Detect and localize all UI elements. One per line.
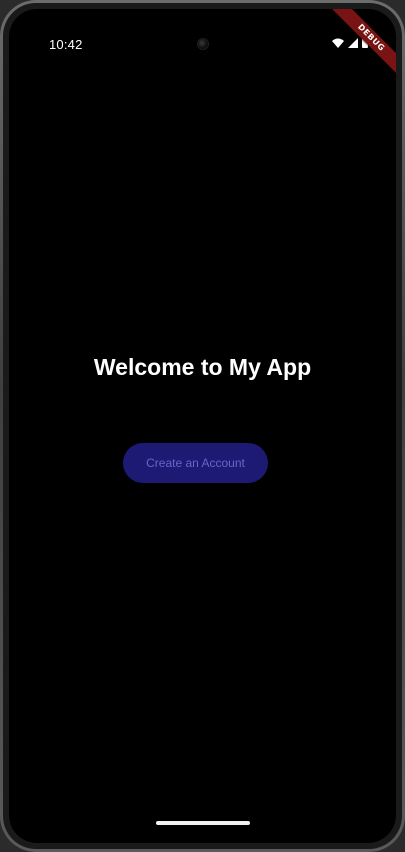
app-screen: 10:42 DEBUG Welcome to My App Create an … — [9, 9, 396, 843]
home-indicator[interactable] — [155, 821, 250, 825]
main-content: Welcome to My App Create an Account — [9, 9, 396, 843]
phone-bezel: 10:42 DEBUG Welcome to My App Create an … — [3, 3, 402, 849]
create-account-button[interactable]: Create an Account — [123, 443, 268, 483]
phone-frame: 10:42 DEBUG Welcome to My App Create an … — [0, 0, 405, 852]
welcome-title: Welcome to My App — [93, 354, 312, 380]
